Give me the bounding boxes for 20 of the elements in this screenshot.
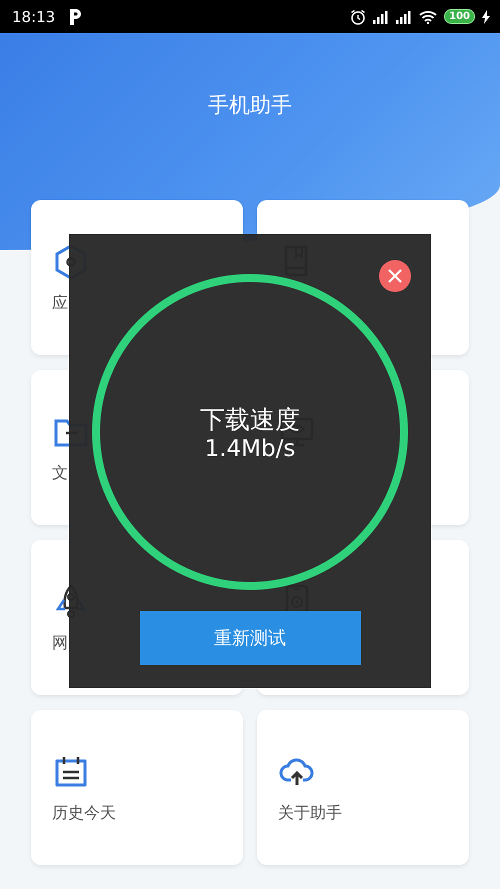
- charging-icon: [482, 10, 490, 24]
- tile-label: 历史今天: [52, 803, 116, 824]
- feature-tile[interactable]: 历史今天: [31, 710, 243, 865]
- tile-label: 网: [52, 633, 68, 654]
- page-title: 手机助手: [208, 92, 292, 119]
- tile-label: 应: [52, 293, 68, 314]
- close-icon: [388, 269, 402, 283]
- signal-icon: [396, 10, 412, 24]
- signal-icon: [373, 10, 390, 24]
- wifi-icon: [419, 10, 438, 24]
- alarm-icon: [350, 8, 366, 24]
- speed-label: 下载速度: [200, 404, 300, 436]
- parking-icon: [68, 8, 82, 25]
- speed-value: 1.4Mb/s: [204, 436, 296, 462]
- tile-label: 关于助手: [278, 803, 342, 824]
- status-time: 18:13: [12, 8, 56, 26]
- battery-indicator: 100: [444, 9, 475, 24]
- tile-label: 文: [52, 463, 68, 484]
- feature-tile[interactable]: 关于助手: [257, 710, 469, 865]
- close-button[interactable]: [379, 260, 411, 292]
